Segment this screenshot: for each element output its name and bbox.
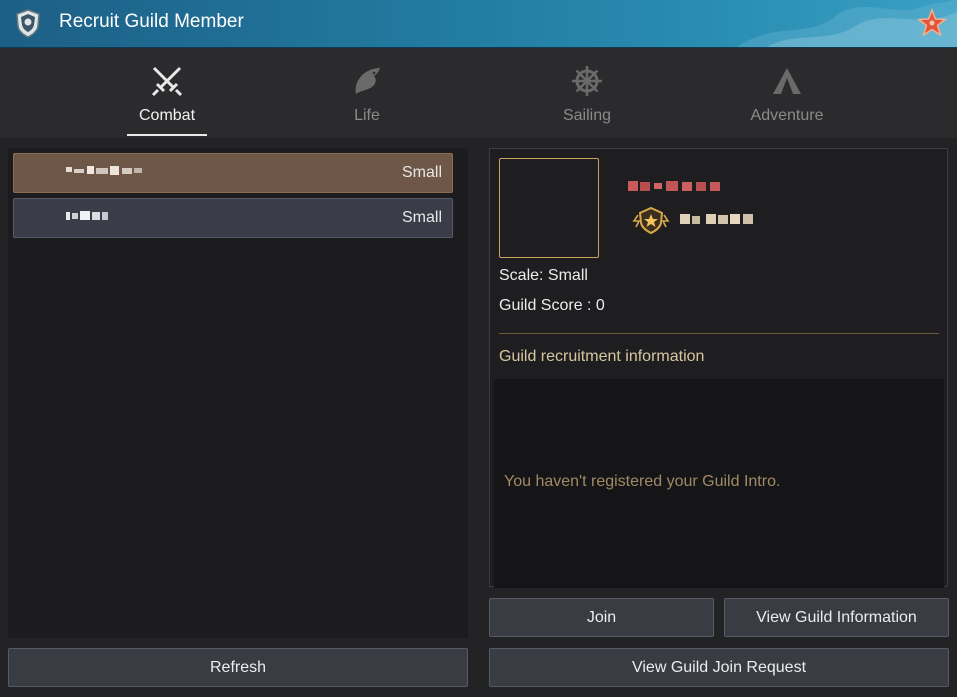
guild-intro-text: You haven't registered your Guild Intro. — [504, 473, 781, 490]
tent-icon — [773, 68, 801, 94]
guild-master-name-redacted — [680, 214, 753, 224]
tab-label: Sailing — [562, 107, 612, 124]
view-guild-information-button[interactable]: View Guild Information — [724, 598, 949, 637]
guild-name-redacted — [66, 166, 142, 175]
refresh-button[interactable]: Refresh — [8, 648, 468, 687]
section-divider — [499, 333, 939, 334]
starfish-close-icon[interactable] — [917, 8, 947, 38]
fish-icon — [355, 67, 380, 94]
guild-name-redacted — [628, 181, 720, 191]
tab-label: Combat — [138, 107, 196, 124]
recruitment-info-heading: Guild recruitment information — [499, 348, 705, 365]
guild-name-redacted — [66, 211, 108, 220]
guild-master-rank-icon — [632, 206, 670, 235]
guild-score-info: Guild Score : 0 — [499, 297, 605, 314]
guild-list: Small Small — [8, 148, 468, 638]
guild-shield-icon — [16, 9, 40, 38]
tab-life[interactable]: Life — [307, 48, 427, 138]
guild-list-item[interactable]: Small — [13, 198, 453, 238]
guild-list-item[interactable]: Small — [13, 153, 453, 193]
active-tab-indicator — [127, 134, 207, 136]
guild-intro-box: You haven't registered your Guild Intro. — [494, 379, 944, 588]
tab-label: Life — [354, 107, 380, 124]
tab-combat[interactable]: Combat — [107, 48, 227, 138]
tab-adventure[interactable]: Adventure — [727, 48, 847, 138]
window-title: Recruit Guild Member — [59, 11, 244, 32]
guild-detail-panel: Scale: Small Guild Score : 0 Guild recru… — [489, 148, 948, 588]
crossed-swords-icon — [151, 66, 183, 97]
view-guild-join-request-button[interactable]: View Guild Join Request — [489, 648, 949, 687]
join-button[interactable]: Join — [489, 598, 714, 637]
tab-label: Adventure — [750, 107, 824, 124]
guild-scale-info: Scale: Small — [499, 267, 588, 284]
title-bar: Recruit Guild Member — [0, 0, 957, 48]
tab-sailing[interactable]: Sailing — [527, 48, 647, 138]
guild-scale: Small — [401, 209, 442, 226]
guild-emblem — [499, 158, 599, 258]
ship-wheel-icon — [572, 66, 602, 96]
guild-scale: Small — [401, 164, 442, 181]
category-tab-bar: Combat Life Sailing Adventure — [0, 48, 957, 138]
